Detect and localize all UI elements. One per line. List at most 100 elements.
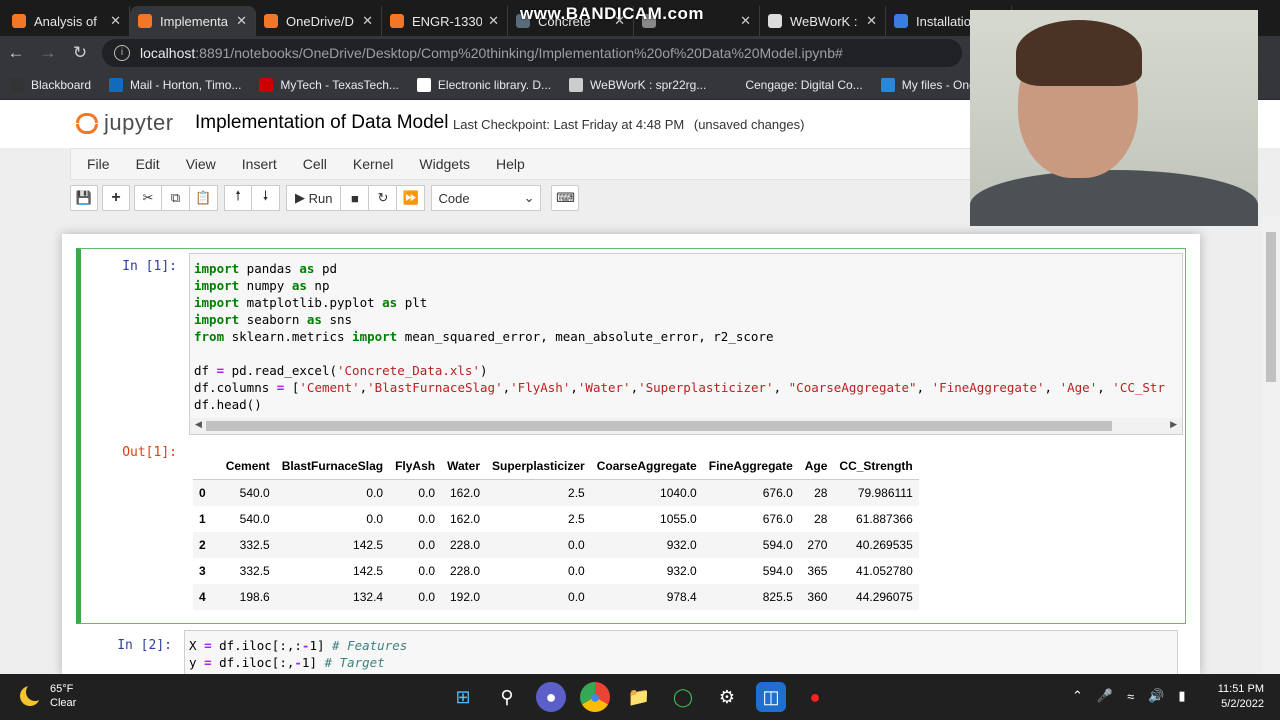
copy-icon[interactable]: ⧉: [162, 185, 190, 211]
horizontal-scrollbar[interactable]: ◀ ▶: [190, 418, 1182, 434]
store-icon[interactable]: ◫: [756, 682, 786, 712]
search-icon[interactable]: ⚲: [492, 682, 522, 712]
close-icon[interactable]: ✕: [110, 13, 121, 29]
close-icon[interactable]: ✕: [866, 13, 877, 29]
bookmark-item[interactable]: MyTech - TexasTech...: [259, 77, 399, 92]
paste-icon[interactable]: 📋: [190, 185, 218, 211]
code-text[interactable]: import pandas as pd import numpy as np i…: [194, 260, 1165, 413]
url-path: :8891/notebooks/OneDrive/Desktop/Comp%20…: [195, 45, 843, 61]
start-icon[interactable]: ⊞: [448, 682, 478, 712]
chat-icon[interactable]: ●: [536, 682, 566, 712]
menu-item[interactable]: Cell: [303, 156, 327, 172]
record-icon[interactable]: ●: [800, 682, 830, 712]
move-up-icon[interactable]: 🠕: [224, 185, 252, 211]
url-field[interactable]: i localhost:8891/notebooks/OneDrive/Desk…: [102, 39, 962, 67]
fast-forward-icon[interactable]: ⏩: [397, 185, 426, 211]
code-cell-2[interactable]: In [2]: X = df.iloc[:,:-1] # Features y …: [76, 630, 1186, 674]
code-cell-1[interactable]: In [1]: import pandas as pd import numpy…: [76, 248, 1186, 624]
settings-icon[interactable]: ⚙: [712, 682, 742, 712]
table-cell: 932.0: [666, 537, 697, 552]
command-palette-icon[interactable]: ⌨: [551, 185, 580, 211]
bookmark-item[interactable]: My files - One: [880, 77, 976, 92]
table-cell: 332.5: [239, 563, 270, 578]
save-icon[interactable]: 💾: [70, 185, 98, 211]
bookmark-label: WeBWorK : spr22rg...: [590, 77, 707, 92]
code-text-2[interactable]: X = df.iloc[:,:-1] # Features y = df.ilo…: [189, 637, 407, 671]
bookmark-item[interactable]: Mail - Horton, Timo...: [109, 77, 241, 92]
table-cell: 132.4: [353, 589, 384, 604]
close-icon[interactable]: ✕: [488, 13, 499, 29]
browser-tab[interactable]: Implementa ✕: [130, 6, 256, 36]
table-cell: 360: [807, 589, 828, 604]
menu-item[interactable]: View: [186, 156, 216, 172]
menu-item[interactable]: File: [87, 156, 110, 172]
sync-app-icon[interactable]: ◯: [668, 682, 698, 712]
chrome-icon[interactable]: ●: [580, 682, 610, 712]
cell-type-select[interactable]: Code ⌄: [431, 185, 542, 211]
insert-cell-icon[interactable]: +: [102, 185, 130, 211]
site-info-icon[interactable]: i: [114, 45, 130, 61]
tab-label: Analysis of: [34, 13, 97, 29]
weather-widget[interactable]: 65°F Clear: [20, 682, 76, 710]
table-cell: 44.296075: [856, 589, 913, 604]
page-vertical-scrollbar[interactable]: [1262, 216, 1280, 674]
scroll-left-icon[interactable]: ◀: [195, 419, 202, 430]
jupyter-logo[interactable]: jupyter: [76, 110, 174, 136]
forward-arrow-icon[interactable]: →: [32, 43, 64, 63]
close-icon[interactable]: ✕: [236, 13, 247, 29]
unsaved-indicator: (unsaved changes): [693, 117, 805, 132]
browser-tab[interactable]: WeBWorK : ✕: [760, 6, 886, 36]
cut-icon[interactable]: ✂: [134, 185, 162, 211]
close-icon[interactable]: ✕: [362, 13, 373, 29]
back-arrow-icon[interactable]: ←: [0, 43, 32, 63]
table-cell: 365: [807, 563, 828, 578]
table-cell: 40.269535: [856, 537, 913, 552]
jupyter-logo-text: jupyter: [104, 110, 174, 135]
browser-tab[interactable]: Analysis of ✕: [4, 6, 130, 36]
chevron-up-icon[interactable]: ⌃: [1072, 688, 1083, 704]
bookmark-item[interactable]: Blackboard: [10, 77, 92, 92]
microphone-icon[interactable]: 🎤: [1097, 688, 1113, 704]
bookmark-item[interactable]: Cengage: Digital Co...: [724, 77, 863, 92]
move-down-icon[interactable]: 🠗: [252, 185, 280, 211]
close-icon[interactable]: ✕: [740, 13, 751, 29]
bookmark-item[interactable]: WeBWorK : spr22rg...: [569, 77, 707, 92]
table-cell: 676.0: [762, 485, 793, 500]
battery-icon[interactable]: ▮: [1178, 688, 1185, 704]
wifi-icon[interactable]: ≈: [1127, 689, 1134, 704]
checkpoint-text: Last Checkpoint: Last Friday at 4:48 PM: [453, 117, 685, 132]
file-explorer-icon[interactable]: 📁: [624, 682, 654, 712]
table-row: 0 540.0 0.0 0.0 162.0 2.5 1040.0 676.0 28 79.9861…: [193, 479, 919, 506]
bookmark-label: Blackboard: [31, 77, 92, 92]
menu-item[interactable]: Kernel: [353, 156, 393, 172]
recording-watermark: www.BANDICAM.com: [520, 4, 704, 23]
table-cell: 0.0: [418, 511, 436, 526]
reload-icon[interactable]: ↻: [64, 43, 96, 63]
menu-item[interactable]: Help: [496, 156, 525, 172]
table-cell: 540.0: [239, 485, 270, 500]
notebook-container: In [1]: import pandas as pd import numpy…: [62, 234, 1200, 674]
table-cell: 28: [814, 485, 828, 500]
menu-item[interactable]: Widgets: [419, 156, 470, 172]
stop-icon[interactable]: ■: [341, 185, 370, 211]
bookmark-item[interactable]: Electronic library. D...: [416, 77, 551, 92]
browser-tab[interactable]: ENGR-1330 ✕: [382, 6, 508, 36]
code-input-area-2[interactable]: X = df.iloc[:,:-1] # Features y = df.ilo…: [184, 630, 1178, 674]
clock[interactable]: 11:51 PM 5/2/2022: [1206, 682, 1264, 712]
table-cell: 198.6: [239, 589, 270, 604]
code-input-area[interactable]: import pandas as pd import numpy as np i…: [189, 253, 1183, 435]
restart-icon[interactable]: ↻: [369, 185, 398, 211]
table-cell: 228.0: [449, 563, 480, 578]
page-scrollbar-thumb[interactable]: [1266, 232, 1276, 382]
run-button[interactable]: ▶ Run: [286, 185, 342, 211]
table-header-cell: BlastFurnaceSlag: [281, 459, 384, 473]
notebook-title[interactable]: Implementation of Data Model: [195, 112, 448, 134]
scroll-right-icon[interactable]: ▶: [1170, 419, 1177, 430]
volume-icon[interactable]: 🔊: [1148, 688, 1164, 704]
table-cell: 0.0: [418, 563, 436, 578]
menu-item[interactable]: Edit: [136, 156, 160, 172]
browser-tab[interactable]: OneDrive/D ✕: [256, 6, 382, 36]
menu-item[interactable]: Insert: [242, 156, 277, 172]
table-cell: 1040.0: [660, 485, 697, 500]
scrollbar-thumb[interactable]: [206, 421, 1112, 431]
